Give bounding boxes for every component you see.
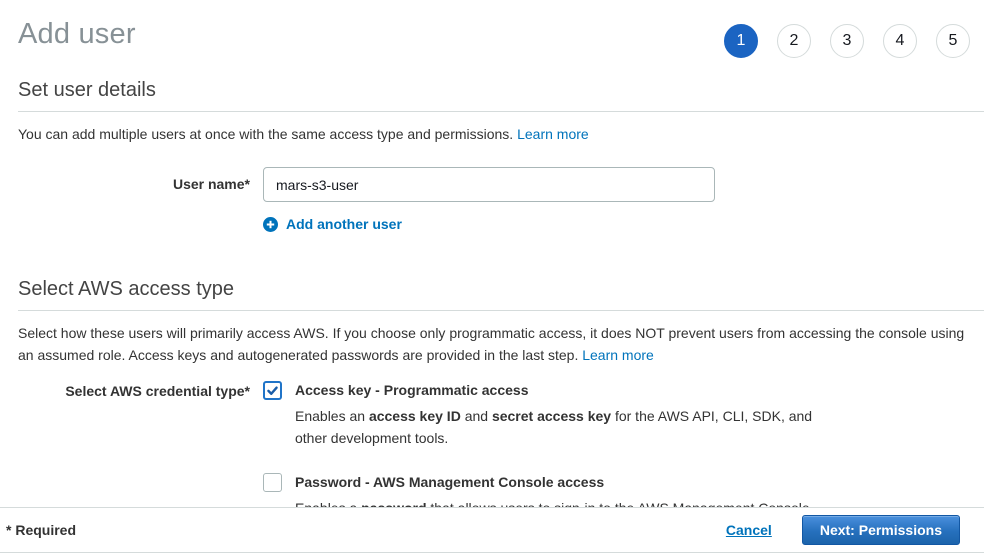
learn-more-link-2[interactable]: Learn more: [582, 347, 654, 363]
access-type-description: Select how these users will primarily ac…: [18, 322, 975, 366]
step-3: 3: [830, 24, 864, 58]
select-access-type-section: Select AWS access type Select how these …: [0, 278, 984, 519]
password-option-title: Password - AWS Management Console access: [295, 473, 840, 492]
section-heading-user-details: Set user details: [18, 79, 984, 112]
access-type-description-text: Select how these users will primarily ac…: [18, 325, 964, 363]
set-user-details-section: Set user details You can add multiple us…: [0, 79, 984, 232]
access-key-option-row: Select AWS credential type* Access key -…: [0, 381, 984, 449]
access-key-option-title: Access key - Programmatic access: [295, 381, 840, 400]
section-heading-access-type: Select AWS access type: [18, 278, 984, 311]
desc-part: Enables an: [295, 408, 369, 424]
learn-more-link[interactable]: Learn more: [517, 126, 589, 142]
username-label: User name*: [0, 167, 250, 192]
plus-circle-icon: [263, 217, 278, 232]
page-title: Add user: [18, 18, 136, 51]
access-key-checkbox[interactable]: [263, 381, 282, 400]
checkmark-icon: [266, 384, 279, 397]
desc-part-bold: access key ID: [369, 408, 461, 424]
step-4: 4: [883, 24, 917, 58]
step-2: 2: [777, 24, 811, 58]
user-details-description: You can add multiple users at once with …: [18, 123, 975, 145]
username-input[interactable]: [263, 167, 715, 202]
add-another-user-label: Add another user: [286, 216, 402, 232]
desc-part: and: [461, 408, 492, 424]
next-permissions-button[interactable]: Next: Permissions: [802, 515, 960, 545]
required-note: * Required: [6, 522, 76, 538]
username-row: User name*: [0, 167, 984, 202]
password-checkbox[interactable]: [263, 473, 282, 492]
wizard-step-indicator: 1 2 3 4 5: [724, 24, 970, 58]
user-details-description-text: You can add multiple users at once with …: [18, 126, 513, 142]
step-5: 5: [936, 24, 970, 58]
step-1-current: 1: [724, 24, 758, 58]
cancel-button[interactable]: Cancel: [726, 522, 772, 538]
credential-type-label: Select AWS credential type*: [0, 381, 250, 399]
desc-part-bold: secret access key: [492, 408, 611, 424]
access-key-option-text: Access key - Programmatic access Enables…: [295, 381, 840, 449]
add-another-user-button[interactable]: Add another user: [263, 216, 984, 232]
access-key-option-desc: Enables an access key ID and secret acce…: [295, 405, 840, 449]
wizard-header: Add user 1 2 3 4 5: [0, 0, 984, 58]
wizard-footer: * Required Cancel Next: Permissions: [0, 507, 984, 553]
